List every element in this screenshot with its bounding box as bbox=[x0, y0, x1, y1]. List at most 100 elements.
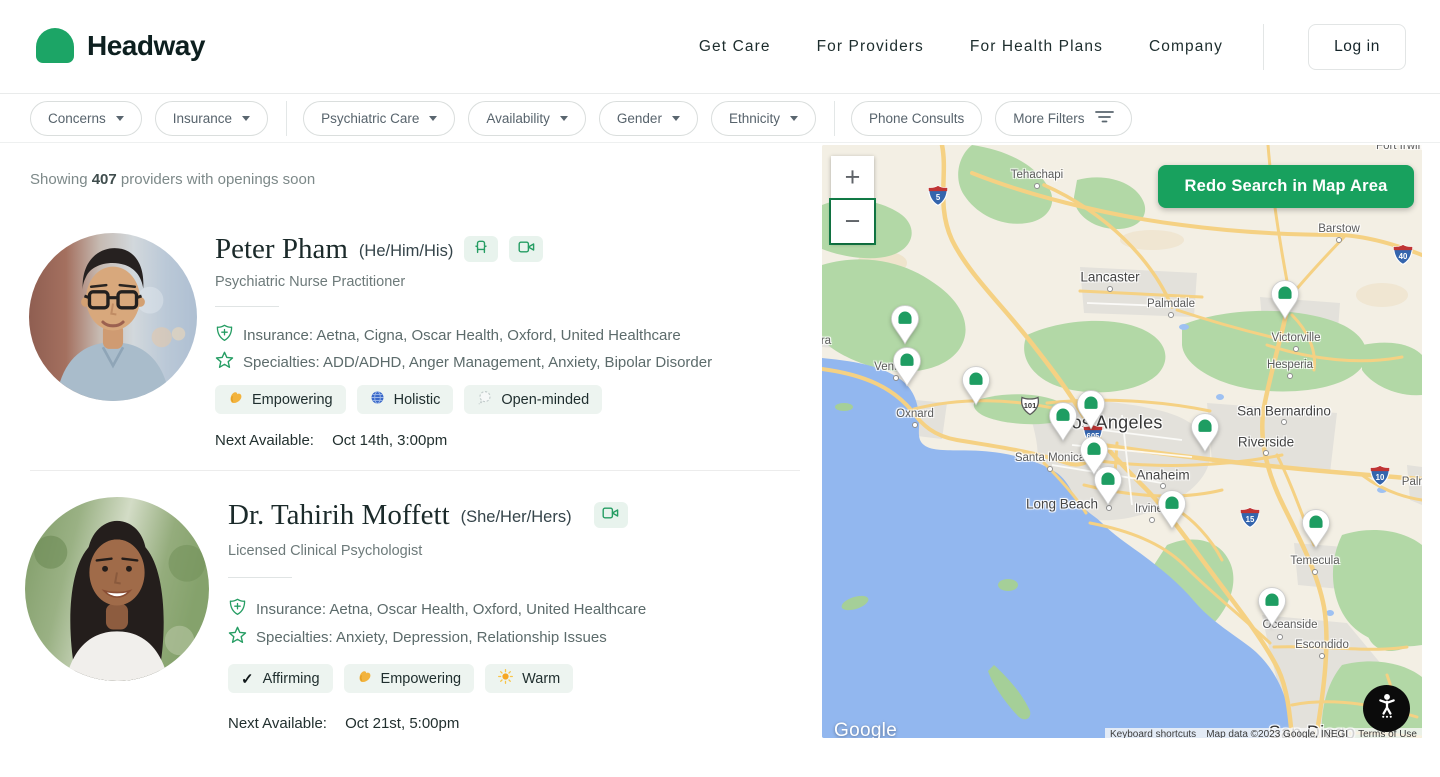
shield-plus-icon bbox=[228, 598, 247, 620]
city-dot bbox=[1263, 450, 1269, 456]
trait-open-minded: Open-minded bbox=[464, 385, 602, 414]
city-dot bbox=[1319, 653, 1325, 659]
trait-affirming: ✓ Affirming bbox=[228, 664, 333, 693]
us-route-shield-icon: 101 bbox=[1018, 395, 1042, 422]
city-dot bbox=[1149, 517, 1155, 523]
city-label: Temecula bbox=[1290, 555, 1339, 567]
city-dot bbox=[912, 422, 918, 428]
city-label: Fort Irwin bbox=[1376, 145, 1422, 152]
video-badge bbox=[509, 236, 543, 262]
city-dot bbox=[1160, 483, 1166, 489]
map-attribution: Keyboard shortcuts Map data ©2023 Google… bbox=[1105, 728, 1422, 738]
city-label: Victorville bbox=[1272, 332, 1321, 344]
shield-plus-icon bbox=[215, 324, 234, 346]
provider-map-pin[interactable] bbox=[892, 346, 923, 392]
map-panel[interactable]: TehachapiBarstowFort IrwinLancasterPalmd… bbox=[822, 145, 1422, 738]
accessibility-widget-button[interactable] bbox=[1363, 685, 1410, 732]
divider bbox=[215, 306, 279, 307]
provider-map-pin[interactable] bbox=[890, 304, 921, 350]
city-label: Santa Monica bbox=[1015, 452, 1085, 464]
headway-logo[interactable]: Headway bbox=[36, 28, 205, 63]
flex-biceps-icon bbox=[357, 669, 372, 688]
nav-for-health-plans[interactable]: For Health Plans bbox=[970, 38, 1103, 56]
provider-photo-peter-pham bbox=[29, 233, 197, 401]
specialties-text: Specialties: ADD/ADHD, Anger Management,… bbox=[243, 354, 712, 371]
globe-icon bbox=[370, 390, 385, 409]
trait-warm: Warm bbox=[485, 664, 573, 693]
provider-pronouns: (She/Her/Hers) bbox=[461, 508, 572, 527]
filter-concerns[interactable]: Concerns bbox=[30, 101, 142, 136]
header-nav: Get Care For Providers For Health Plans … bbox=[699, 0, 1406, 94]
provider-map-pin[interactable] bbox=[1257, 586, 1288, 632]
filter-ethnicity[interactable]: Ethnicity bbox=[711, 101, 816, 136]
svg-text:5: 5 bbox=[936, 193, 941, 202]
in-person-badge bbox=[464, 236, 498, 262]
star-icon bbox=[215, 351, 234, 373]
nav-for-providers[interactable]: For Providers bbox=[817, 38, 924, 56]
city-dot bbox=[1293, 346, 1299, 352]
filter-gender[interactable]: Gender bbox=[599, 101, 698, 136]
zoom-in-button[interactable]: + bbox=[831, 156, 874, 199]
accessibility-person-icon bbox=[1374, 692, 1400, 725]
city-label: San Bernardino bbox=[1237, 404, 1331, 419]
video-camera-icon bbox=[518, 240, 535, 259]
interstate-shield-icon: 15 bbox=[1239, 507, 1261, 534]
divider bbox=[228, 577, 292, 578]
insurance-row: Insurance: Aetna, Cigna, Oscar Health, O… bbox=[215, 324, 681, 346]
login-button[interactable]: Log in bbox=[1308, 24, 1406, 70]
filter-availability[interactable]: Availability bbox=[468, 101, 586, 136]
city-dot bbox=[1047, 466, 1053, 472]
city-dot bbox=[1281, 419, 1287, 425]
city-dot bbox=[1034, 183, 1040, 189]
nav-get-care[interactable]: Get Care bbox=[699, 38, 771, 56]
redo-search-button[interactable]: Redo Search in Map Area bbox=[1158, 165, 1414, 208]
chair-icon bbox=[473, 239, 489, 260]
city-dot bbox=[1277, 634, 1283, 640]
headway-logo-text: Headway bbox=[87, 30, 205, 62]
top-navigation-bar: Headway Get Care For Providers For Healt… bbox=[0, 0, 1440, 94]
specialties-row: Specialties: ADD/ADHD, Anger Management,… bbox=[215, 351, 712, 373]
provider-map-pin[interactable] bbox=[1270, 279, 1301, 325]
interstate-shield-icon: 5 bbox=[927, 185, 949, 212]
video-camera-icon bbox=[602, 506, 619, 525]
filter-lines-icon bbox=[1095, 110, 1114, 126]
nav-company[interactable]: Company bbox=[1149, 38, 1223, 56]
filter-insurance[interactable]: Insurance bbox=[155, 101, 268, 136]
svg-text:101: 101 bbox=[1024, 401, 1037, 410]
city-label: Palmdale bbox=[1147, 298, 1195, 310]
provider-map-pin[interactable] bbox=[1157, 489, 1188, 535]
city-label: Anaheim bbox=[1136, 468, 1189, 483]
results-count-number: 407 bbox=[92, 171, 117, 188]
city-label: Palm Springs bbox=[1402, 476, 1422, 488]
trait-badges: Empowering Holistic Open-minded bbox=[215, 385, 602, 414]
insurance-text: Insurance: Aetna, Oscar Health, Oxford, … bbox=[256, 601, 646, 618]
insurance-row: Insurance: Aetna, Oscar Health, Oxford, … bbox=[228, 598, 646, 620]
map-zoom-controls: + − bbox=[831, 156, 874, 243]
zoom-out-button[interactable]: − bbox=[831, 200, 874, 243]
insurance-text: Insurance: Aetna, Cigna, Oscar Health, O… bbox=[243, 327, 681, 344]
provider-map-pin[interactable] bbox=[1093, 465, 1124, 511]
sun-icon bbox=[498, 669, 513, 688]
provider-map-pin[interactable] bbox=[961, 365, 992, 411]
filter-phone-consults[interactable]: Phone Consults bbox=[851, 101, 982, 136]
provider-map-pin[interactable] bbox=[1076, 389, 1107, 435]
city-label: Santa Barbara bbox=[822, 335, 831, 347]
city-label: Barstow bbox=[1318, 223, 1360, 235]
city-label: Riverside bbox=[1238, 435, 1294, 450]
svg-text:15: 15 bbox=[1246, 515, 1255, 524]
filter-more-filters[interactable]: More Filters bbox=[995, 101, 1131, 136]
google-logo[interactable]: Google bbox=[834, 720, 897, 738]
interstate-shield-icon: 10 bbox=[1369, 465, 1391, 492]
provider-map-pin[interactable] bbox=[1190, 412, 1221, 458]
city-dot bbox=[1107, 286, 1113, 292]
chevron-down-icon bbox=[790, 116, 798, 121]
city-dot bbox=[1168, 312, 1174, 318]
specialties-text: Specialties: Anxiety, Depression, Relati… bbox=[256, 629, 607, 646]
keyboard-shortcuts-link[interactable]: Keyboard shortcuts bbox=[1105, 728, 1201, 738]
provider-map-pin[interactable] bbox=[1301, 508, 1332, 554]
thought-bubble-icon bbox=[477, 390, 492, 409]
provider-map-pin[interactable] bbox=[1048, 401, 1079, 447]
filter-psychiatric-care[interactable]: Psychiatric Care bbox=[303, 101, 455, 136]
city-dot bbox=[1312, 569, 1318, 575]
map-data-text: Map data ©2023 Google, INEGI bbox=[1201, 728, 1353, 738]
